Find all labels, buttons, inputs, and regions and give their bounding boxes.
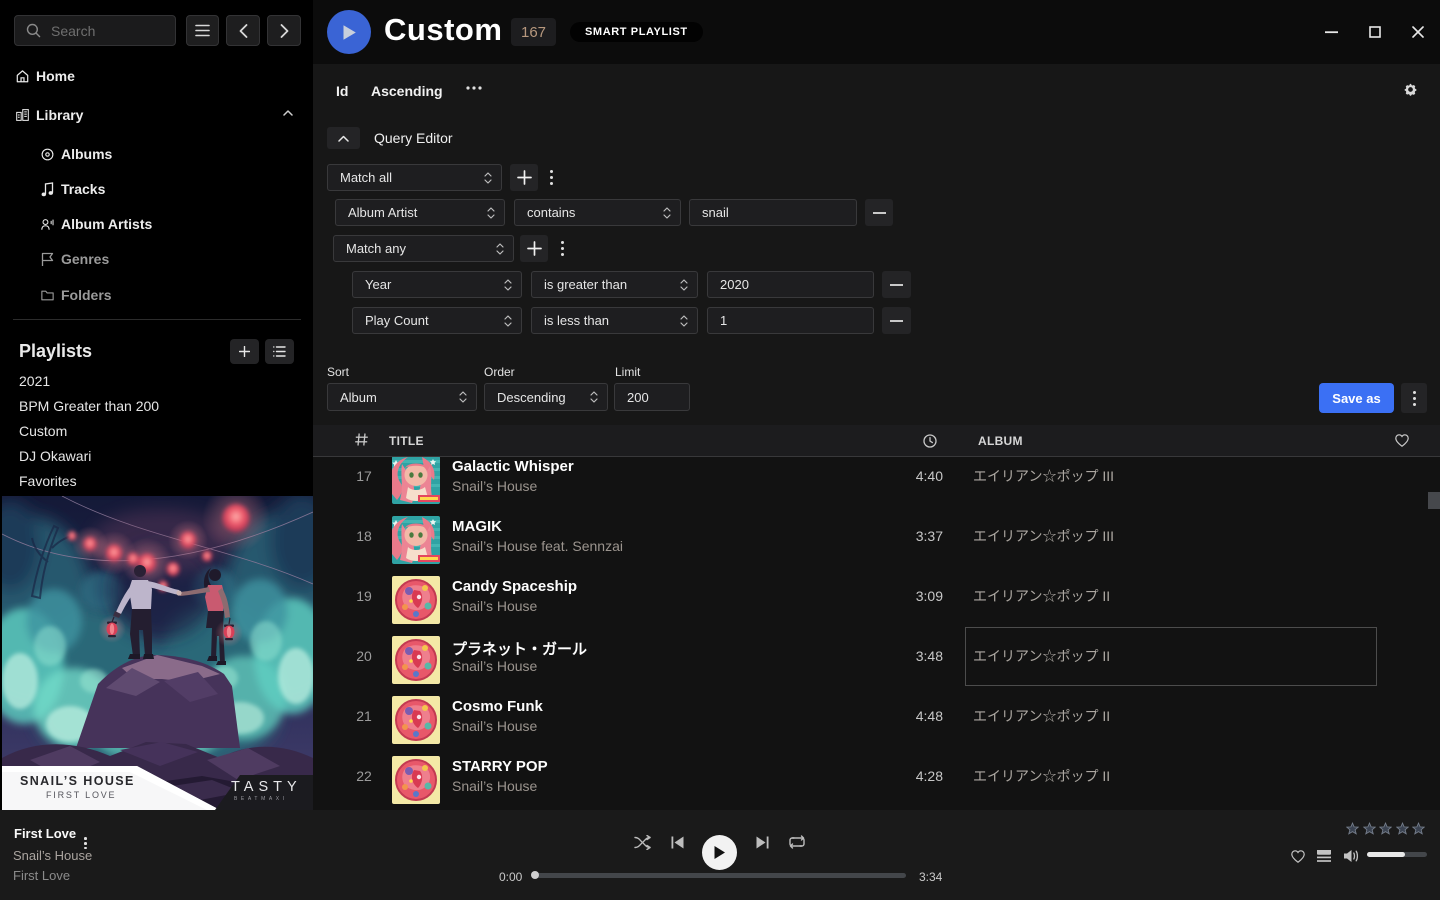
svg-text:FIRST LOVE: FIRST LOVE (46, 790, 116, 800)
svg-text:TASTY: TASTY (231, 779, 302, 795)
svg-text:SNAIL’S HOUSE: SNAIL’S HOUSE (20, 774, 135, 788)
svg-text:BEATMAXI: BEATMAXI (234, 796, 288, 802)
